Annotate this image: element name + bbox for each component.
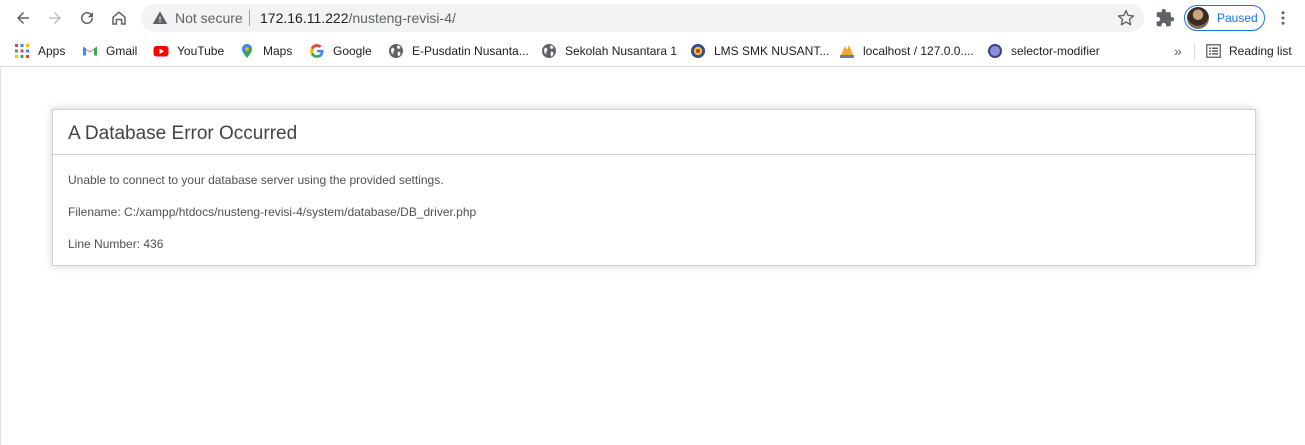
reading-list-icon bbox=[1206, 44, 1221, 58]
page-content: A Database Error Occurred Unable to conn… bbox=[0, 68, 1305, 445]
maps-icon bbox=[242, 43, 252, 58]
forward-button[interactable] bbox=[42, 5, 68, 31]
bookmarks-bar: Apps Gmail YouTube Maps Google E-Pusdati… bbox=[0, 36, 1305, 67]
reading-list-button[interactable]: Reading list bbox=[1206, 42, 1292, 60]
error-message: Unable to connect to your database serve… bbox=[68, 173, 444, 187]
address-bar[interactable]: Not secure 172.16.11.222/nusteng-revisi-… bbox=[141, 4, 1144, 32]
circle-icon bbox=[988, 44, 1002, 58]
globe-icon bbox=[389, 44, 403, 58]
error-container: A Database Error Occurred Unable to conn… bbox=[52, 109, 1256, 266]
bookmark-maps[interactable]: Maps bbox=[239, 42, 292, 60]
bookmark-google[interactable]: Google bbox=[309, 42, 372, 60]
globe-icon bbox=[542, 44, 556, 58]
browser-toolbar: Not secure 172.16.11.222/nusteng-revisi-… bbox=[0, 0, 1305, 36]
bookmark-apps[interactable]: Apps bbox=[14, 42, 65, 60]
bookmark-lms-smk[interactable]: LMS SMK NUSANT... bbox=[690, 42, 829, 60]
home-button[interactable] bbox=[106, 5, 132, 31]
reading-list-label: Reading list bbox=[1229, 44, 1292, 58]
profile-status-label: Paused bbox=[1217, 11, 1258, 25]
back-button[interactable] bbox=[10, 5, 36, 31]
bookmark-star-icon[interactable] bbox=[1117, 9, 1135, 27]
avatar bbox=[1187, 7, 1209, 29]
omnibox-separator bbox=[249, 10, 250, 26]
home-icon bbox=[112, 11, 126, 25]
extensions-puzzle-icon[interactable] bbox=[1155, 8, 1175, 28]
bookmark-label: YouTube bbox=[177, 44, 225, 58]
error-line-number: Line Number: 436 bbox=[68, 237, 164, 251]
url-host: 172.16.11.222 bbox=[260, 10, 349, 26]
youtube-icon bbox=[153, 46, 169, 57]
error-filename: Filename: C:/xampp/htdocs/nusteng-revisi… bbox=[68, 205, 477, 219]
bookmark-label: LMS SMK NUSANT... bbox=[714, 44, 830, 58]
google-icon bbox=[310, 44, 324, 58]
school-logo-icon bbox=[691, 44, 705, 58]
arrow-right-icon bbox=[49, 12, 61, 24]
phpmyadmin-icon bbox=[840, 45, 854, 58]
more-bookmarks-button[interactable]: » bbox=[1174, 44, 1182, 58]
bookmark-label: Sekolah Nusantara 1 bbox=[565, 44, 678, 58]
url-text[interactable]: 172.16.11.222/nusteng-revisi-4/ bbox=[260, 10, 456, 26]
profile-button[interactable]: Paused bbox=[1184, 5, 1265, 31]
bookmark-e-pusdatin[interactable]: E-Pusdatin Nusanta... bbox=[388, 42, 529, 60]
kebab-menu-icon[interactable] bbox=[1274, 8, 1292, 28]
bookmark-label: Gmail bbox=[106, 44, 138, 58]
bookmarks-divider bbox=[1194, 43, 1195, 60]
bookmark-label: selector-modifier bbox=[1011, 44, 1100, 58]
bookmark-selector-modifier[interactable]: selector-modifier bbox=[987, 42, 1100, 60]
bookmark-sekolah-nusantara[interactable]: Sekolah Nusantara 1 bbox=[541, 42, 677, 60]
bookmark-label: E-Pusdatin Nusanta... bbox=[412, 44, 529, 58]
bookmark-youtube[interactable]: YouTube bbox=[153, 42, 224, 60]
bookmark-localhost[interactable]: localhost / 127.0.0.... bbox=[839, 42, 974, 60]
url-path: /nusteng-revisi-4/ bbox=[348, 10, 456, 26]
not-secure-label[interactable]: Not secure bbox=[175, 10, 243, 26]
bookmark-label: Apps bbox=[38, 44, 66, 58]
warning-triangle-icon[interactable] bbox=[152, 10, 168, 26]
error-title: A Database Error Occurred bbox=[53, 110, 1255, 155]
bookmark-label: Maps bbox=[263, 44, 293, 58]
bookmark-label: localhost / 127.0.0.... bbox=[863, 44, 974, 58]
arrow-left-icon bbox=[17, 12, 29, 24]
apps-grid-icon bbox=[15, 44, 29, 58]
bookmark-label: Google bbox=[333, 44, 372, 58]
gmail-icon bbox=[83, 46, 97, 56]
reload-button[interactable] bbox=[74, 5, 100, 31]
reload-icon bbox=[81, 11, 93, 24]
bookmark-gmail[interactable]: Gmail bbox=[82, 42, 137, 60]
